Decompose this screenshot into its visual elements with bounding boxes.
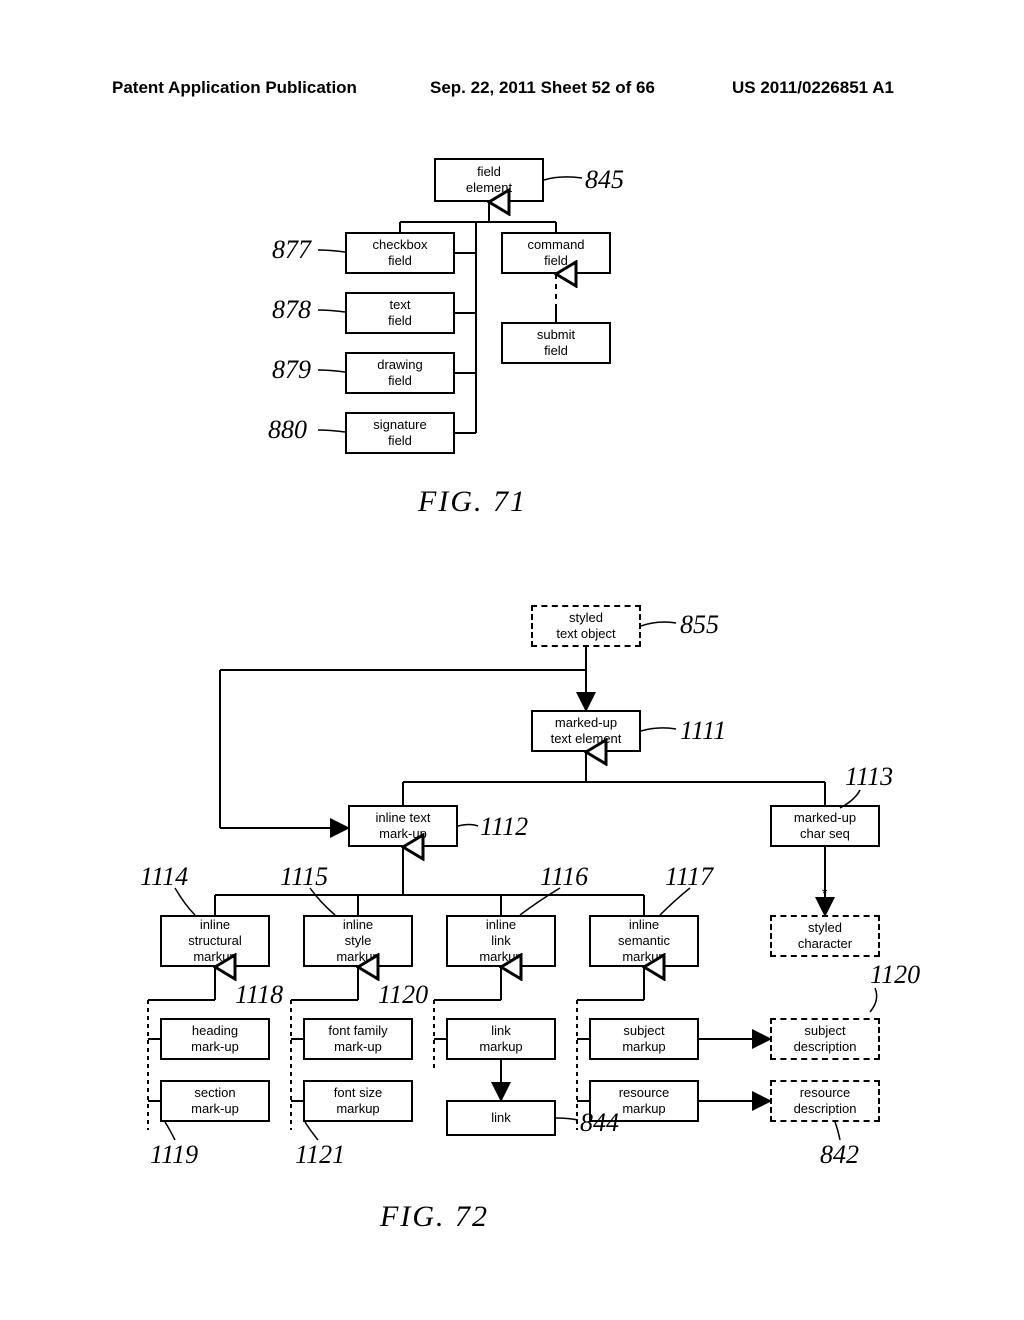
ref-1114: 1114 xyxy=(140,862,188,892)
ref-1111: 1111 xyxy=(680,716,726,746)
ref-879: 879 xyxy=(272,355,311,385)
node-signature-field: signaturefield xyxy=(345,412,455,454)
header-left: Patent Application Publication xyxy=(112,78,357,98)
node-font-size-markup: font sizemarkup xyxy=(303,1080,413,1122)
ref-1120a: 1120 xyxy=(378,980,428,1010)
node-inline-text-markup: inline textmark-up xyxy=(348,805,458,847)
node-link-markup: linkmarkup xyxy=(446,1018,556,1060)
ref-844: 844 xyxy=(580,1108,619,1138)
node-markedup-text-element: marked-uptext element xyxy=(531,710,641,752)
node-subject-markup: subjectmarkup xyxy=(589,1018,699,1060)
ref-1117: 1117 xyxy=(665,862,713,892)
ref-1116: 1116 xyxy=(540,862,588,892)
ref-878: 878 xyxy=(272,295,311,325)
node-section-markup: sectionmark-up xyxy=(160,1080,270,1122)
node-submit-field: submitfield xyxy=(501,322,611,364)
ref-1118: 1118 xyxy=(235,980,283,1010)
ref-1115: 1115 xyxy=(280,862,328,892)
ref-880: 880 xyxy=(268,415,307,445)
ref-1113: 1113 xyxy=(845,762,893,792)
header-center: Sep. 22, 2011 Sheet 52 of 66 xyxy=(430,78,655,98)
ref-855: 855 xyxy=(680,610,719,640)
fig72-caption: FIG. 72 xyxy=(380,1200,489,1234)
ref-1121: 1121 xyxy=(295,1140,345,1170)
node-link: link xyxy=(446,1100,556,1136)
fig71-caption: FIG. 71 xyxy=(418,485,527,519)
patent-page: Patent Application Publication Sep. 22, … xyxy=(0,0,1024,1320)
node-inline-structural: inlinestructuralmarkup xyxy=(160,915,270,967)
ref-1112: 1112 xyxy=(480,812,528,842)
node-heading-markup: headingmark-up xyxy=(160,1018,270,1060)
node-font-family-markup: font familymark-up xyxy=(303,1018,413,1060)
node-inline-style: inlinestylemarkup xyxy=(303,915,413,967)
node-inline-semantic: inlinesemanticmarkup xyxy=(589,915,699,967)
node-checkbox-field: checkboxfield xyxy=(345,232,455,274)
ref-845: 845 xyxy=(585,165,624,195)
ref-877: 877 xyxy=(272,235,311,265)
node-styled-text-object: styledtext object xyxy=(531,605,641,647)
node-styled-character: styledcharacter xyxy=(770,915,880,957)
node-resource-description: resourcedescription xyxy=(770,1080,880,1122)
ref-1120b: 1120 xyxy=(870,960,920,990)
node-drawing-field: drawingfield xyxy=(345,352,455,394)
node-inline-link: inlinelinkmarkup xyxy=(446,915,556,967)
ref-842: 842 xyxy=(820,1140,859,1170)
node-field-element: fieldelement xyxy=(434,158,544,202)
node-text-field: textfield xyxy=(345,292,455,334)
node-command-field: commandfield xyxy=(501,232,611,274)
ref-1119: 1119 xyxy=(150,1140,198,1170)
node-markedup-char-seq: marked-upchar seq xyxy=(770,805,880,847)
header-right: US 2011/0226851 A1 xyxy=(732,78,894,98)
node-subject-description: subjectdescription xyxy=(770,1018,880,1060)
star-annotation: * xyxy=(822,885,827,901)
